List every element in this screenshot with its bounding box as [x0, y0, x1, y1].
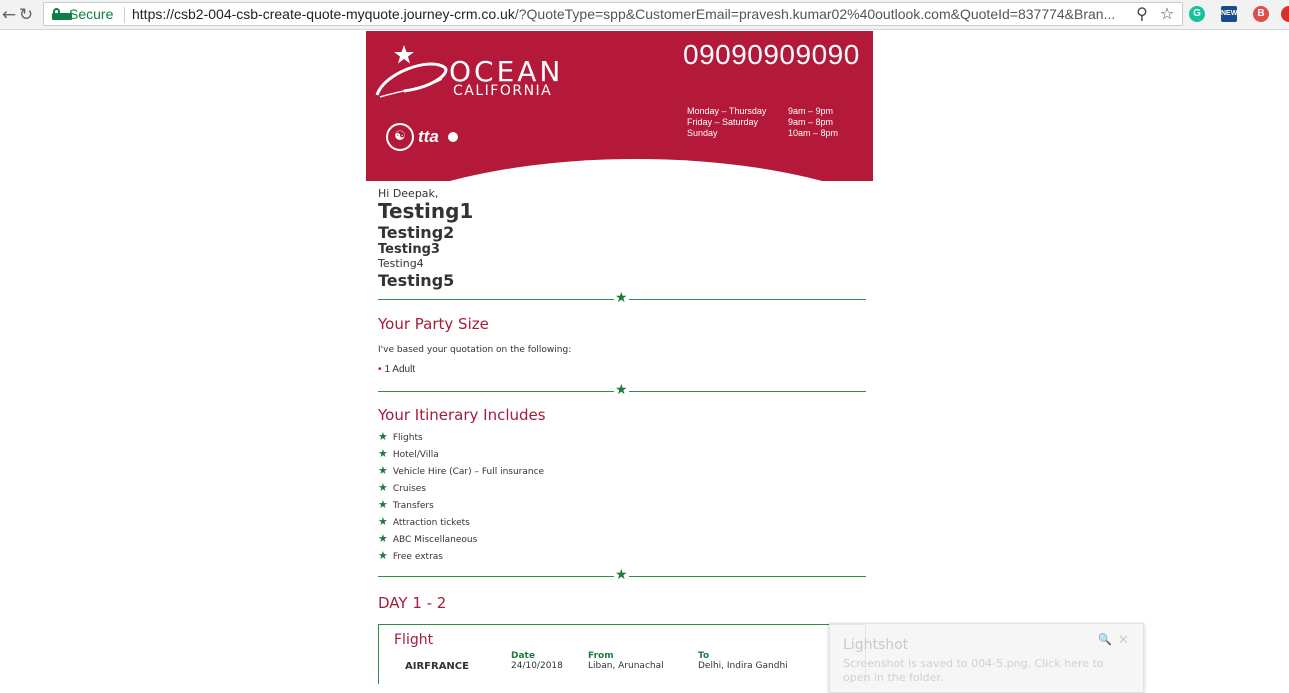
star-icon: ★	[378, 464, 388, 477]
lock-icon	[52, 8, 72, 20]
list-item: ★ Transfers	[378, 496, 865, 513]
party-size-title: Your Party Size	[378, 315, 489, 333]
itinerary-list: ★ Flights ★ Hotel/Villa ★ Vehicle Hire (Car…	[378, 428, 865, 564]
opening-hours: Monday – Thursday 9am – 9pm Friday – Satu…	[687, 106, 851, 139]
toast-title: Lightshot	[843, 637, 909, 653]
extension-icon-2[interactable]	[1281, 6, 1289, 22]
heading-1: Testing1	[378, 199, 474, 223]
lightshot-notification[interactable]: Lightshot 🔍 ✕ Screenshot is saved to 004…	[829, 623, 1144, 693]
section-divider: ★	[378, 567, 866, 583]
list-item: ★ Flights	[378, 428, 865, 445]
url-text[interactable]: https://csb2-004-csb-create-quote-myquot…	[132, 6, 1132, 22]
paragraph: Testing4	[378, 257, 424, 270]
star-icon: ★	[614, 567, 629, 583]
tta-logo: tta	[418, 127, 439, 146]
section-divider: ★	[378, 382, 866, 398]
star-icon: ★	[378, 549, 388, 562]
hours-time: 10am – 8pm	[788, 128, 839, 138]
star-icon: ★	[378, 481, 388, 494]
url-query: /?QuoteType=spp&CustomerEmail=pravesh.ku…	[514, 6, 1116, 22]
address-separator	[124, 7, 125, 23]
itinerary-item-label: Transfers	[392, 501, 434, 511]
itinerary-item-label: Vehicle Hire (Car) – Full insurance	[392, 467, 545, 477]
itinerary-item-label: Flights	[392, 433, 423, 443]
party-item-label: 1 Adult	[384, 364, 416, 375]
heading-3: Testing3	[378, 242, 440, 257]
flight-card: Flight Date From To AIRFRANCE 24/10/2018…	[378, 624, 866, 684]
flight-to-header: To	[698, 651, 710, 661]
header-curve	[366, 159, 873, 181]
itinerary-item-label: Hotel/Villa	[392, 450, 439, 460]
flight-date: 24/10/2018	[511, 661, 563, 671]
tta-dot-icon	[448, 132, 458, 142]
party-size-text: I've based your quotation on the followi…	[378, 345, 572, 355]
hours-time: 9am – 8pm	[788, 117, 834, 127]
list-item: ★ ABC Miscellaneous	[378, 530, 865, 547]
list-item: ★ Hotel/Villa	[378, 445, 865, 462]
accreditation-badges: ☯ tta	[386, 123, 466, 153]
star-icon: ★	[378, 515, 388, 528]
list-item: ★ Free extras	[378, 547, 865, 564]
extension-icon[interactable]: B	[1253, 6, 1269, 22]
bullet-icon: •	[378, 364, 382, 375]
pin-icon[interactable]: 🔍	[1098, 633, 1112, 646]
star-icon: ★	[378, 498, 388, 511]
itinerary-item-label: Attraction tickets	[392, 518, 470, 528]
itinerary-item-label: Free extras	[392, 552, 443, 562]
grammarly-icon[interactable]: G	[1189, 6, 1205, 22]
star-icon: ★	[614, 290, 629, 306]
flight-from: Liban, Arunachal	[588, 661, 664, 671]
heading-2: Testing2	[378, 223, 455, 242]
flight-to: Delhi, Indira Gandhi	[698, 661, 788, 671]
itinerary-item-label: Cruises	[392, 484, 426, 494]
day-title: DAY 1 - 2	[378, 594, 447, 612]
star-icon: ★	[378, 532, 388, 545]
star-icon: ★	[614, 382, 629, 398]
party-item: • 1 Adult	[378, 364, 865, 375]
section-divider: ★	[378, 290, 866, 306]
phone-number[interactable]: 09090909090	[683, 39, 860, 71]
brand-line2: CALIFORNIA	[453, 83, 552, 99]
email-body: Hi Deepak, Testing1 Testing2 Testing3 Te…	[366, 181, 873, 684]
list-item: ★ Attraction tickets	[378, 513, 865, 530]
address-bar[interactable]: Secure https://csb2-004-csb-create-quote…	[43, 2, 1183, 26]
itinerary-item-label: ABC Miscellaneous	[392, 535, 478, 545]
list-item: ★ Cruises	[378, 479, 865, 496]
flight-from-header: From	[588, 651, 614, 661]
airline-logo: AIRFRANCE	[405, 661, 469, 672]
bookmark-star-icon[interactable]: ☆	[1157, 4, 1177, 23]
hours-time: 9am – 9pm	[788, 106, 834, 116]
reload-icon[interactable]: ↻	[15, 4, 37, 26]
email-header: OCEAN CALIFORNIA 09090909090 Monday – Th…	[366, 31, 873, 181]
secure-label: Secure	[69, 6, 114, 22]
abta-logo-icon: ☯	[386, 123, 414, 151]
hours-day: Friday – Saturday	[687, 117, 759, 127]
zoom-icon[interactable]: ⚲	[1132, 4, 1152, 23]
news-icon[interactable]: NEW	[1221, 6, 1237, 22]
close-icon[interactable]: ✕	[1118, 633, 1129, 648]
star-icon: ★	[378, 430, 388, 443]
hours-day: Sunday	[687, 128, 718, 138]
flight-title: Flight	[394, 632, 434, 648]
list-item: ★ Vehicle Hire (Car) – Full insurance	[378, 462, 865, 479]
quote-email: OCEAN CALIFORNIA 09090909090 Monday – Th…	[366, 31, 873, 684]
star-icon: ★	[378, 447, 388, 460]
url-host: https://csb2-004-csb-create-quote-myquot…	[132, 6, 515, 22]
toast-message[interactable]: Screenshot is saved to 004-5.png. Click …	[843, 657, 1133, 685]
browser-toolbar: ← ↻ Secure https://csb2-004-csb-create-q…	[0, 0, 1289, 30]
itinerary-title: Your Itinerary Includes	[378, 406, 546, 424]
ocean-california-logo: OCEAN CALIFORNIA	[374, 39, 584, 99]
flight-date-header: Date	[511, 651, 535, 661]
heading-5: Testing5	[378, 271, 455, 290]
hours-day: Monday – Thursday	[687, 106, 767, 116]
